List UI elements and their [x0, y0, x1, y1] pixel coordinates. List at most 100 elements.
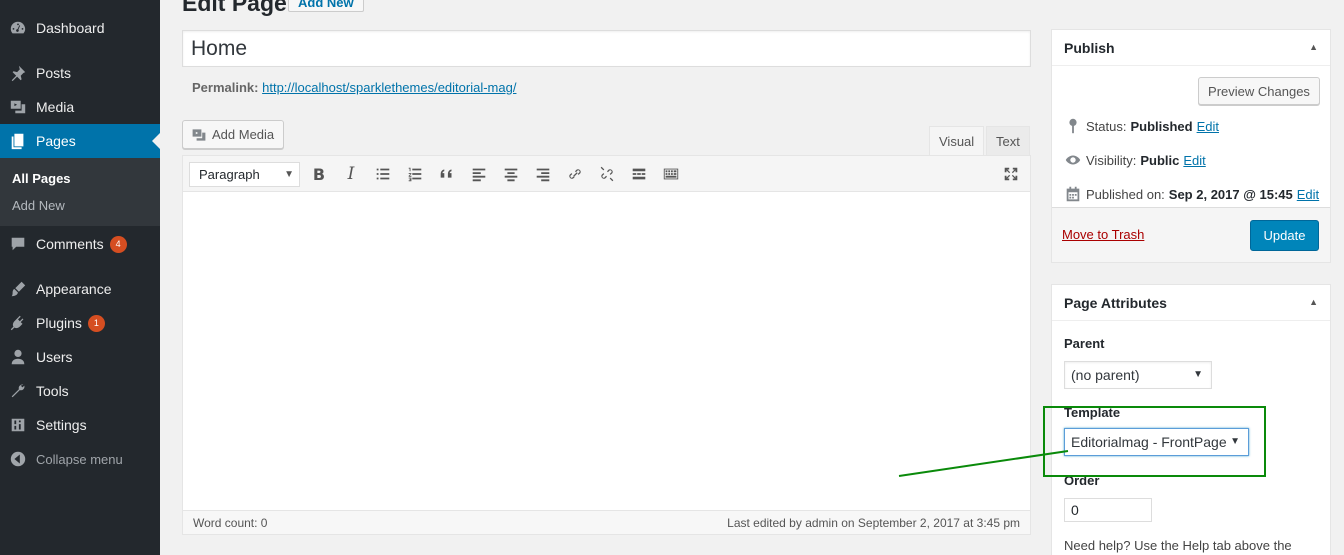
italic-icon: I [347, 164, 355, 184]
submenu-add-new[interactable]: Add New [12, 198, 65, 213]
align-center-button[interactable] [497, 161, 525, 187]
plugin-icon [0, 314, 36, 332]
collapse-menu-button[interactable]: Collapse menu [0, 442, 160, 476]
help-text: Need help? Use the Help tab above the [1064, 538, 1292, 553]
permalink: Permalink: http://localhost/sparkletheme… [192, 80, 516, 95]
sidebar-item-plugins[interactable]: Plugins 1 [0, 306, 160, 340]
sidebar-item-label: Tools [36, 383, 69, 399]
link-icon [569, 169, 581, 179]
italic-button[interactable]: I [337, 161, 365, 187]
sidebar-item-label: Users [36, 349, 73, 365]
bold-button[interactable]: B [305, 161, 333, 187]
published-on-row: Published on: Sep 2, 2017 @ 15:45 Edit [1060, 185, 1319, 203]
keyboard-icon [663, 168, 679, 180]
permalink-label: Permalink: [192, 80, 259, 95]
annotation-highlight-box [1043, 406, 1266, 477]
unlink-icon [600, 166, 614, 182]
editor-status-bar: Word count: 0 Last edited by admin on Se… [183, 510, 1030, 534]
publish-box-title: Publish [1064, 39, 1115, 56]
status-value: Published [1130, 118, 1193, 134]
fullscreen-icon [1004, 167, 1018, 181]
order-input[interactable]: 0 [1064, 498, 1152, 522]
sidebar-item-label: Dashboard [36, 20, 105, 36]
bullet-list-button[interactable] [369, 161, 397, 187]
calendar-icon [1060, 185, 1086, 203]
blockquote-button[interactable] [433, 161, 461, 187]
submenu-all-pages[interactable]: All Pages [12, 171, 71, 186]
sidebar-item-label: Media [36, 99, 75, 115]
chevron-down-icon: ▼ [284, 169, 294, 180]
sidebar-item-label: Appearance [36, 281, 112, 297]
publish-box: Publish ▲ Preview Changes Status: Publis… [1051, 29, 1331, 263]
brush-icon [0, 280, 36, 298]
post-title-input[interactable]: Home [182, 30, 1031, 67]
pages-submenu: All Pages Add New [0, 158, 160, 226]
preview-changes-button[interactable]: Preview Changes [1198, 77, 1320, 105]
pages-icon [0, 132, 36, 150]
sidebar-item-comments[interactable]: Comments 4 [0, 227, 160, 261]
status-row: Status: Published Edit [1060, 117, 1219, 135]
edit-date-link[interactable]: Edit [1297, 187, 1319, 202]
publish-box-header[interactable]: Publish ▲ [1052, 30, 1330, 66]
sidebar-item-pages[interactable]: Pages [0, 124, 160, 158]
collapse-arrow-icon[interactable]: ▲ [1309, 42, 1318, 52]
collapse-arrow-icon[interactable]: ▲ [1309, 297, 1318, 307]
add-new-button[interactable]: Add New [288, 0, 364, 12]
insert-link-button[interactable] [561, 161, 589, 187]
edit-visibility-link[interactable]: Edit [1183, 153, 1205, 168]
align-center-icon [504, 168, 518, 182]
status-label: Status: [1086, 118, 1127, 134]
update-button[interactable]: Update [1250, 220, 1319, 251]
sidebar-item-posts[interactable]: Posts [0, 56, 160, 90]
add-media-button[interactable]: Add Media [182, 120, 285, 149]
toolbar-toggle-button[interactable] [657, 161, 685, 187]
numbered-list-button[interactable] [401, 161, 429, 187]
tab-text[interactable]: Text [986, 126, 1030, 156]
sidebar-item-tools[interactable]: Tools [0, 374, 160, 408]
align-left-button[interactable] [465, 161, 493, 187]
chevron-down-icon: ▼ [1193, 369, 1203, 380]
page-attributes-header[interactable]: Page Attributes ▲ [1052, 285, 1330, 321]
bold-icon: B [312, 164, 326, 184]
remove-link-button[interactable] [593, 161, 621, 187]
word-count: Word count: 0 [193, 516, 268, 530]
permalink-link[interactable]: http://localhost/sparklethemes/editorial… [262, 80, 516, 95]
add-media-label: Add Media [212, 127, 275, 142]
media-icon [192, 128, 206, 141]
content-editor: Paragraph ▼ B I Word count: 0 Last edite… [182, 155, 1031, 535]
parent-select[interactable]: (no parent) ▼ [1064, 361, 1212, 389]
admin-sidebar: Dashboard Posts Media Pages All Pages Ad… [0, 0, 160, 555]
edit-status-link[interactable]: Edit [1197, 119, 1219, 134]
quote-icon [440, 169, 452, 178]
format-select-value: Paragraph [199, 167, 260, 182]
tab-visual[interactable]: Visual [929, 126, 985, 156]
published-value: Sep 2, 2017 @ 15:45 [1168, 186, 1293, 202]
sidebar-item-settings[interactable]: Settings [0, 408, 160, 442]
sidebar-item-media[interactable]: Media [0, 90, 160, 124]
align-right-button[interactable] [529, 161, 557, 187]
read-more-button[interactable] [625, 161, 653, 187]
page-title: Edit Page [182, 0, 287, 16]
move-to-trash-link[interactable]: Move to Trash [1062, 227, 1144, 242]
sidebar-item-users[interactable]: Users [0, 340, 160, 374]
sidebar-item-label: Posts [36, 65, 72, 81]
sidebar-item-appearance[interactable]: Appearance [0, 272, 160, 306]
media-icon [0, 98, 36, 116]
sidebar-item-label: Comments [36, 236, 104, 252]
comments-count-badge: 4 [109, 235, 127, 253]
collapse-menu-label: Collapse menu [36, 451, 123, 467]
align-right-icon [536, 168, 550, 182]
eye-icon [1060, 151, 1086, 169]
visibility-label: Visibility: [1086, 152, 1137, 168]
last-edited: Last edited by admin on September 2, 201… [727, 516, 1020, 530]
bullet-list-icon [376, 168, 390, 180]
parent-select-value: (no parent) [1071, 367, 1140, 383]
visibility-row: Visibility: Public Edit [1060, 151, 1206, 169]
publish-actions: Move to Trash Update [1052, 207, 1330, 262]
sidebar-item-dashboard[interactable]: Dashboard [0, 11, 160, 45]
fullscreen-button[interactable] [997, 161, 1025, 187]
read-more-icon [632, 168, 646, 180]
format-select[interactable]: Paragraph ▼ [189, 162, 300, 187]
parent-label: Parent [1064, 336, 1105, 351]
collapse-arrow-icon [0, 450, 36, 468]
